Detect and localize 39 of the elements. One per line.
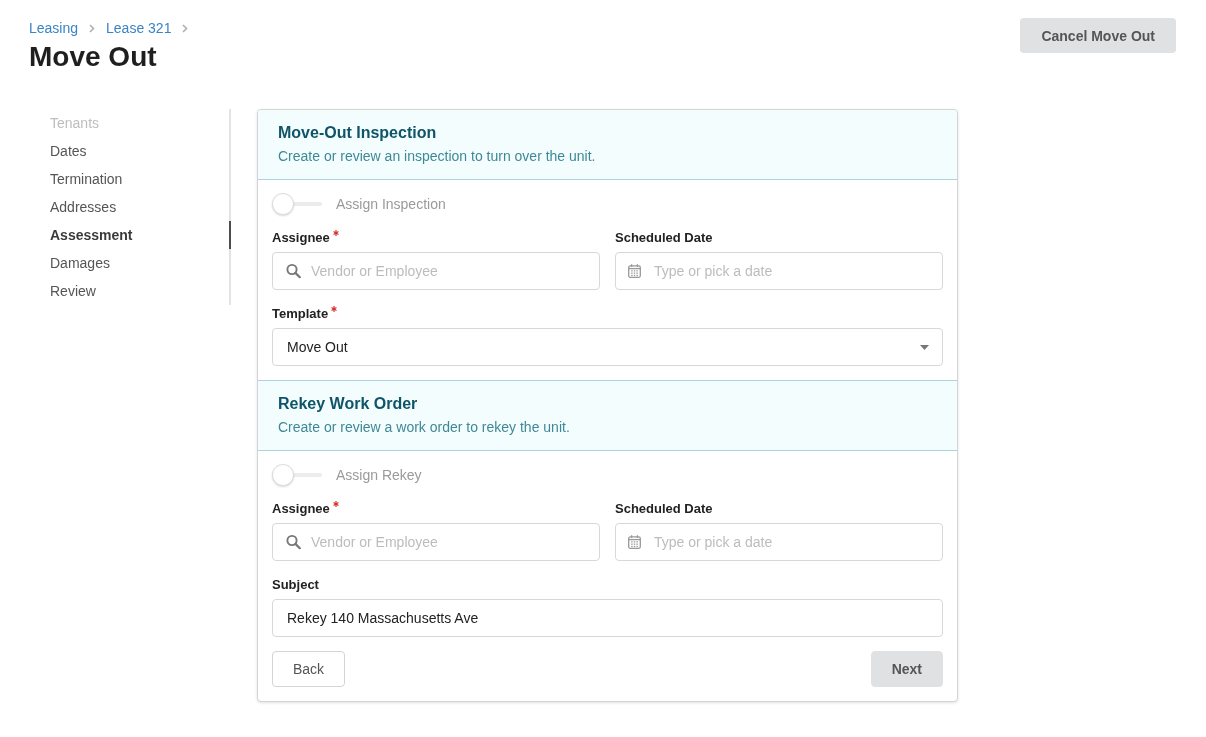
field-label: Scheduled Date bbox=[615, 229, 713, 247]
subject-input-field[interactable]: Rekey 140 Massachusetts Ave bbox=[272, 599, 943, 637]
sidebar-item[interactable]: Termination bbox=[50, 165, 231, 193]
date-field[interactable]: Type or pick a date bbox=[615, 523, 943, 561]
field-label: Assignee bbox=[272, 500, 330, 518]
chevron-right-icon bbox=[89, 23, 96, 33]
section-title: Move-Out Inspection bbox=[278, 123, 438, 143]
section-subtitle: Create or review a work order to rekey the unit. bbox=[278, 418, 571, 437]
calendar-icon bbox=[628, 535, 641, 549]
field-label: Scheduled Date bbox=[615, 500, 713, 518]
search-icon bbox=[286, 263, 301, 279]
calendar-icon bbox=[628, 264, 641, 278]
sidebar-item[interactable]: Dates bbox=[50, 137, 231, 165]
sidebar-item[interactable]: Addresses bbox=[50, 193, 231, 221]
toggle-switch[interactable] bbox=[272, 464, 322, 486]
toggle-label: Assign Inspection bbox=[336, 196, 446, 212]
field-label: Assignee bbox=[272, 229, 330, 247]
sidebar-item[interactable]: Assessment bbox=[50, 221, 231, 249]
cancel-button[interactable]: Cancel Move Out bbox=[1020, 18, 1176, 53]
field-label: Subject bbox=[272, 576, 319, 594]
caret-down-icon bbox=[920, 344, 929, 350]
assignee-search-field[interactable]: Vendor or Employee bbox=[272, 252, 600, 290]
sidebar-item[interactable]: Damages bbox=[50, 249, 231, 277]
search-icon bbox=[286, 534, 301, 550]
page-title: Move Out bbox=[29, 40, 158, 74]
toggle-label: Assign Rekey bbox=[336, 467, 422, 483]
chevron-right-icon bbox=[182, 23, 189, 33]
next-button[interactable]: Next bbox=[870, 651, 943, 687]
toggle-switch[interactable] bbox=[272, 193, 322, 215]
section-subtitle: Create or review an inspection to turn over the unit. bbox=[278, 147, 597, 166]
template-select[interactable]: Move Out bbox=[272, 328, 943, 366]
breadcrumb-link[interactable]: Leasing bbox=[29, 18, 79, 38]
breadcrumb-link[interactable]: Lease 321 bbox=[106, 18, 172, 38]
field-label: Template bbox=[272, 305, 329, 323]
sidebar-item[interactable]: Review bbox=[50, 277, 231, 305]
date-field[interactable]: Type or pick a date bbox=[615, 252, 943, 290]
assignee-search-field[interactable]: Vendor or Employee bbox=[272, 523, 600, 561]
section-title: Rekey Work Order bbox=[278, 394, 419, 414]
back-button[interactable]: Back bbox=[272, 651, 346, 687]
